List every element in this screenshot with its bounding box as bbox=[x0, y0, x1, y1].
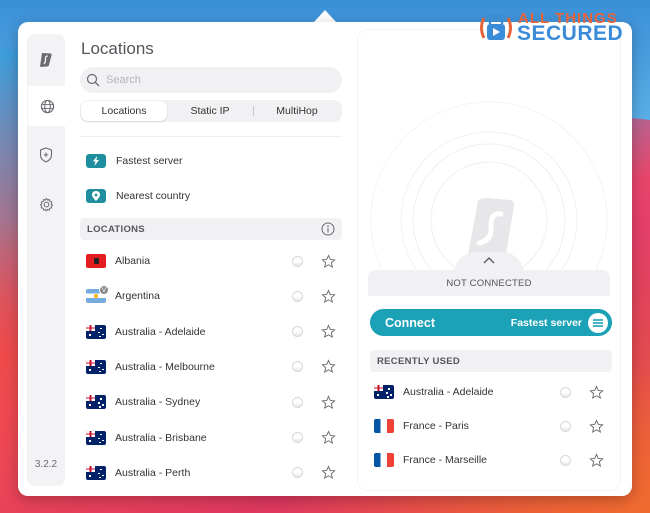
quick-label: Nearest country bbox=[116, 190, 191, 202]
virtual-location-badge: V bbox=[99, 285, 109, 296]
tab-static-ip[interactable]: Static IP bbox=[167, 100, 253, 122]
globe-icon bbox=[40, 99, 54, 113]
star-icon[interactable] bbox=[320, 465, 336, 481]
connect-server-label: Fastest server bbox=[510, 316, 582, 329]
location-name: Australia - Sydney bbox=[115, 396, 201, 409]
connect-label: Connect bbox=[385, 315, 435, 330]
location-name: France - Paris bbox=[403, 420, 469, 432]
sidebar-item-home[interactable] bbox=[27, 40, 65, 80]
popover-arrow bbox=[314, 10, 336, 22]
star-icon[interactable] bbox=[320, 253, 336, 269]
connection-indicator-icon[interactable] bbox=[292, 290, 303, 302]
connection-indicator-icon[interactable] bbox=[560, 420, 571, 432]
shield-plus-icon bbox=[39, 147, 53, 163]
connection-indicator-icon[interactable] bbox=[292, 361, 303, 373]
lightning-icon bbox=[86, 154, 106, 168]
location-row[interactable]: Albania bbox=[80, 249, 342, 273]
connect-button[interactable]: Connect Fastest server bbox=[370, 309, 612, 336]
server-menu-icon[interactable] bbox=[588, 312, 608, 333]
connection-indicator-icon[interactable] bbox=[292, 396, 303, 408]
flag-france-icon bbox=[374, 453, 394, 467]
location-row[interactable]: Australia - Brisbane bbox=[80, 426, 342, 450]
flag-australia-icon bbox=[86, 465, 106, 480]
connection-indicator-icon[interactable] bbox=[292, 467, 303, 479]
search-icon bbox=[86, 73, 100, 87]
location-row[interactable]: France - Marseille bbox=[368, 448, 610, 472]
location-name: Australia - Perth bbox=[115, 466, 191, 479]
flag-albania-icon bbox=[86, 254, 106, 268]
quick-label: Fastest server bbox=[116, 155, 183, 167]
location-name: Albania bbox=[115, 255, 151, 267]
gear-icon bbox=[39, 197, 53, 212]
page-title: Locations bbox=[81, 39, 154, 58]
star-icon[interactable] bbox=[320, 359, 336, 375]
star-icon[interactable] bbox=[320, 394, 336, 410]
search-input[interactable] bbox=[106, 74, 316, 86]
locations-header: LOCATIONS bbox=[80, 218, 342, 240]
location-row[interactable]: France - Paris bbox=[368, 414, 610, 438]
recently-used-header: RECENTLY USED bbox=[370, 350, 612, 372]
location-row[interactable]: V Argentina bbox=[80, 284, 342, 308]
quick-fastest-server[interactable]: Fastest server bbox=[86, 151, 183, 171]
lock-play-icon bbox=[480, 13, 512, 40]
flag-australia-icon bbox=[86, 359, 106, 374]
flag-australia-icon bbox=[374, 385, 394, 399]
location-name: Australia - Adelaide bbox=[115, 325, 206, 338]
divider bbox=[80, 136, 342, 137]
chevron-up-icon[interactable] bbox=[482, 256, 496, 265]
locations-panel: Locations Locations Static IP MultiHop F… bbox=[80, 34, 342, 486]
quick-nearest-country[interactable]: Nearest country bbox=[86, 186, 190, 206]
location-row[interactable]: Australia - Adelaide bbox=[80, 320, 342, 344]
location-name: Australia - Adelaide bbox=[403, 386, 494, 398]
connection-status: NOT CONNECTED bbox=[368, 270, 610, 296]
connection-indicator-icon[interactable] bbox=[560, 454, 571, 466]
location-row[interactable]: Australia - Sydney bbox=[80, 390, 342, 414]
sidebar-item-settings[interactable] bbox=[27, 184, 65, 224]
app-window: 3.2.2 Locations Locations Static IP Mult… bbox=[18, 22, 632, 496]
star-icon[interactable] bbox=[588, 418, 604, 434]
info-icon[interactable] bbox=[321, 222, 335, 236]
status-text: NOT CONNECTED bbox=[446, 277, 532, 289]
search-bar bbox=[80, 67, 342, 93]
pin-icon bbox=[86, 189, 106, 203]
watermark-line2: SECURED bbox=[517, 22, 624, 45]
tab-locations[interactable]: Locations bbox=[81, 101, 167, 121]
flag-australia-icon bbox=[86, 430, 106, 445]
tab-bar: Locations Static IP MultiHop bbox=[80, 100, 342, 122]
section-title: RECENTLY USED bbox=[377, 355, 461, 367]
connection-indicator-icon[interactable] bbox=[292, 432, 303, 443]
sidebar-item-locations[interactable] bbox=[28, 86, 66, 126]
location-row[interactable]: Australia - Perth bbox=[80, 461, 342, 485]
location-name: Australia - Brisbane bbox=[115, 431, 207, 444]
location-row[interactable]: Australia - Adelaide bbox=[368, 380, 610, 404]
location-row[interactable]: Australia - Melbourne bbox=[80, 355, 342, 379]
location-name: Argentina bbox=[115, 290, 160, 303]
section-title: LOCATIONS bbox=[87, 223, 145, 235]
star-icon[interactable] bbox=[320, 324, 336, 340]
tab-multihop[interactable]: MultiHop bbox=[254, 100, 340, 122]
flag-australia-icon bbox=[86, 395, 106, 410]
star-icon[interactable] bbox=[588, 452, 604, 468]
star-icon[interactable] bbox=[320, 288, 336, 304]
flag-australia-icon bbox=[86, 324, 106, 339]
sidebar: 3.2.2 bbox=[27, 34, 66, 486]
location-name: Australia - Melbourne bbox=[115, 360, 215, 373]
connection-panel: NOT CONNECTED Connect Fastest server REC… bbox=[358, 30, 620, 490]
connection-indicator-icon[interactable] bbox=[292, 326, 303, 338]
flag-france-icon bbox=[374, 419, 394, 433]
connection-indicator-icon[interactable] bbox=[560, 386, 571, 398]
star-icon[interactable] bbox=[320, 430, 336, 446]
connection-indicator-icon[interactable] bbox=[292, 255, 303, 267]
sidebar-item-one[interactable] bbox=[27, 135, 65, 175]
watermark-logo: ALL THINGS SECURED bbox=[478, 10, 643, 46]
app-version: 3.2.2 bbox=[34, 459, 58, 470]
location-name: France - Marseille bbox=[403, 454, 488, 466]
surfshark-logo-icon bbox=[40, 53, 52, 67]
star-icon[interactable] bbox=[588, 384, 604, 400]
